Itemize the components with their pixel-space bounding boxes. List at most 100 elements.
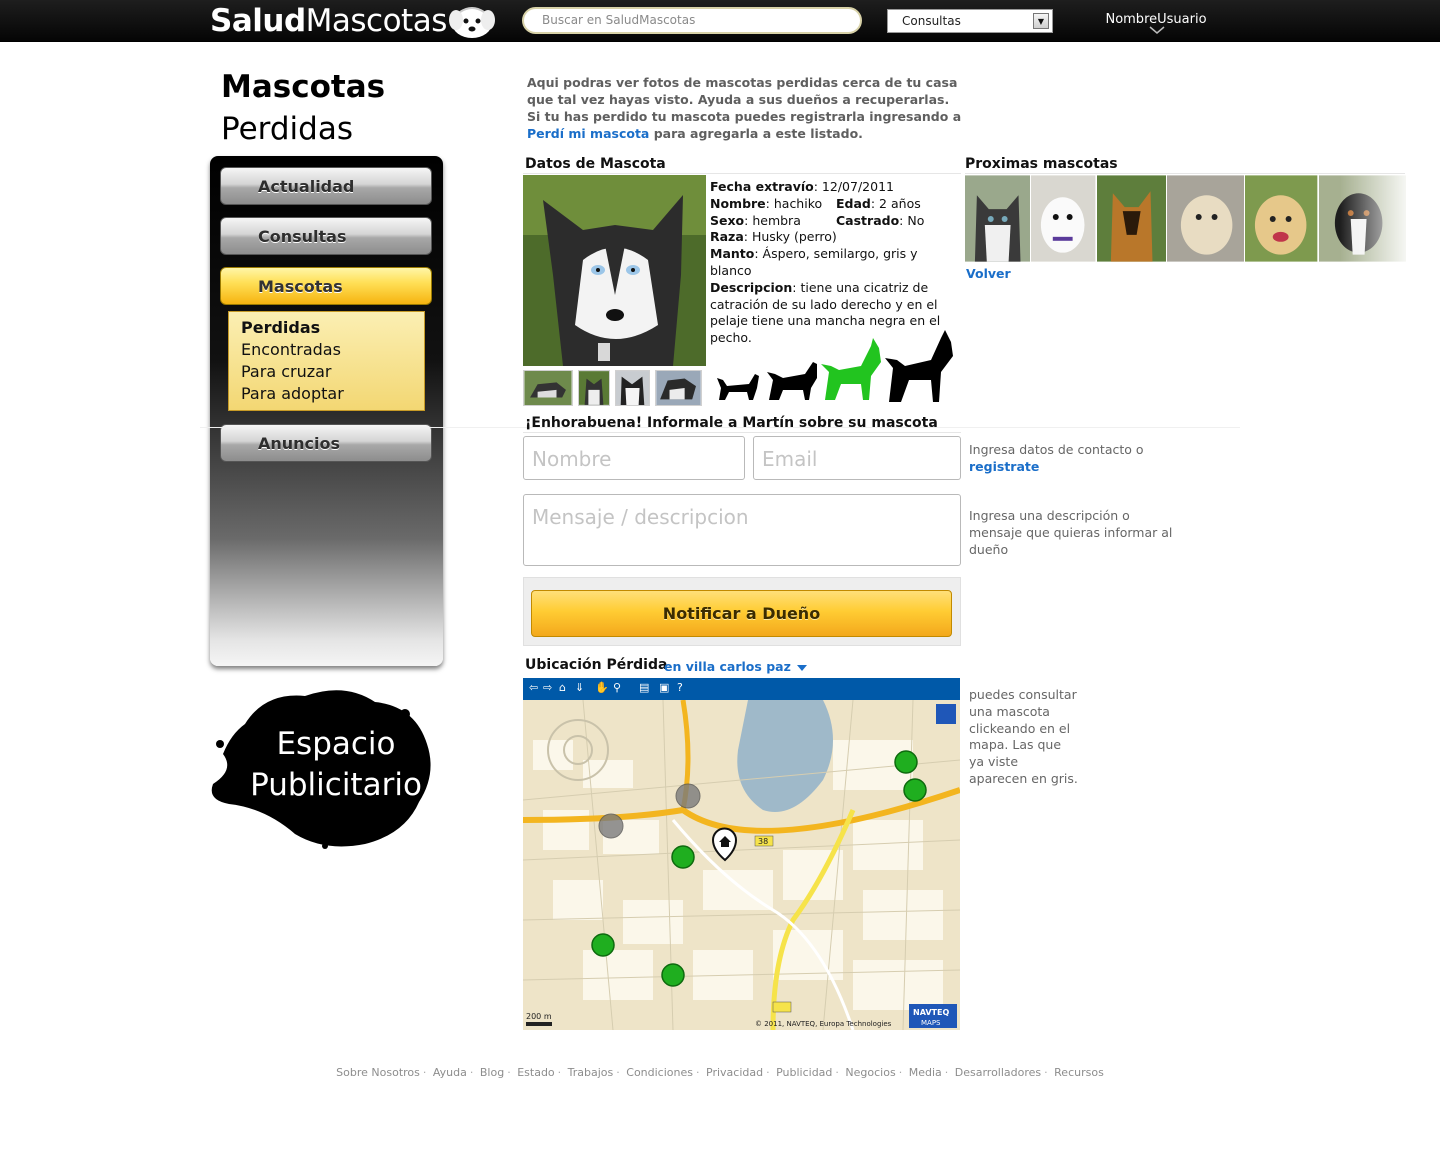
pet-thumbnail[interactable] — [615, 370, 650, 406]
footer: Sobre Nosotros · Ayuda · Blog · Estado · Tra… — [336, 1066, 1104, 1079]
map-scale: 200 m — [526, 1012, 552, 1021]
divider — [523, 173, 961, 174]
strip-fade — [1340, 175, 1410, 262]
location-dropdown[interactable]: en villa carlos paz — [664, 659, 808, 674]
section-select[interactable]: Consultas ▼ — [887, 9, 1053, 33]
triangle-down-icon — [797, 665, 808, 671]
intro-line3: para agregarla a este listado. — [649, 126, 863, 141]
register-link[interactable]: registrate — [969, 459, 1039, 474]
user-menu[interactable]: NombreUsuario — [1100, 12, 1212, 27]
pet-thumbnail[interactable] — [578, 370, 610, 406]
email-input[interactable]: Email — [753, 436, 961, 480]
submenu-item-para-adoptar[interactable]: Para adoptar — [241, 383, 424, 405]
footer-link[interactable]: Privacidad — [706, 1066, 763, 1079]
pet-main-photo[interactable] — [523, 175, 706, 366]
contact-hint-text: Ingresa datos de contacto o — [969, 442, 1144, 457]
sidebar-item-mascotas[interactable]: Mascotas — [220, 267, 432, 305]
footer-link[interactable]: Publicidad — [776, 1066, 832, 1079]
pet-thumbnail[interactable] — [655, 370, 702, 406]
pet-photo-thumbnails — [523, 370, 706, 406]
contact-hint: Ingresa datos de contacto o registrate — [969, 442, 1169, 476]
logo-bold-text: Salud — [210, 3, 306, 39]
ad-space[interactable]: Espacio Publicitario — [246, 724, 426, 806]
page-title-line2: Perdidas — [221, 111, 353, 147]
footer-link[interactable]: Media — [909, 1066, 942, 1079]
sidebar-submenu: Perdidas Encontradas Para cruzar Para ad… — [228, 311, 425, 411]
submenu-item-perdidas[interactable]: Perdidas — [241, 317, 424, 339]
next-pet-thumbnail[interactable] — [1096, 175, 1167, 262]
sexo-value: : hembra — [744, 212, 801, 228]
sidebar-item-anuncios[interactable]: Anuncios — [220, 424, 432, 462]
site-logo[interactable]: Salud Mascotas — [210, 2, 447, 40]
footer-link[interactable]: Negocios — [845, 1066, 895, 1079]
top-bar: Salud Mascotas Buscar en SaludMascotas Co… — [0, 0, 1440, 42]
visited-pet-marker — [675, 783, 701, 809]
lost-pet-map[interactable]: ⇦ ⇨ ⌂ ⇓ ✋ ⚲ ▤ ▣ ? 38 200 m © 2011, NAVTE… — [523, 678, 960, 1030]
dog-size-indicator — [717, 330, 953, 402]
footer-link[interactable]: Estado — [517, 1066, 554, 1079]
footer-link[interactable]: Desarrolladores — [955, 1066, 1041, 1079]
footer-link[interactable]: Recursos — [1054, 1066, 1104, 1079]
pan-hand-icon[interactable]: ✋ — [595, 681, 609, 694]
fecha-label: Fecha extravío — [710, 179, 814, 194]
search-input[interactable]: Buscar en SaludMascotas — [522, 7, 862, 34]
footer-link[interactable]: Condiciones — [626, 1066, 693, 1079]
edad-value: : 2 años — [870, 195, 921, 211]
next-pet-thumbnail[interactable] — [965, 175, 1031, 262]
back-link[interactable]: Volver — [966, 266, 1011, 281]
edad-label: Edad — [836, 195, 871, 211]
page-title: Mascotas Perdidas — [221, 66, 385, 150]
ad-line1: Espacio — [276, 726, 396, 762]
location-heading: Ubicación Pérdida — [525, 657, 668, 673]
chevron-down-icon[interactable]: ▼ — [1033, 13, 1049, 29]
nombre-input[interactable]: Nombre — [523, 436, 745, 480]
footer-link[interactable]: Trabajos — [568, 1066, 614, 1079]
pet-data-heading: Datos de Mascota — [525, 156, 666, 172]
location-place: en villa carlos paz — [664, 659, 791, 674]
forward-arrow-icon[interactable]: ⇨ — [543, 681, 552, 694]
navteq-logo-sub: MAPS — [921, 1019, 941, 1027]
section-select-value: Consultas — [902, 14, 961, 28]
help-icon[interactable]: ? — [677, 681, 683, 694]
sidebar-item-consultas[interactable]: Consultas — [220, 217, 432, 255]
submenu-item-encontradas[interactable]: Encontradas — [241, 339, 424, 361]
sexo-label: Sexo — [710, 212, 745, 228]
footer-link[interactable]: Sobre Nosotros — [336, 1066, 420, 1079]
manto-label: Manto — [710, 246, 755, 262]
submenu-item-para-cruzar[interactable]: Para cruzar — [241, 361, 424, 383]
next-pet-thumbnail[interactable] — [1167, 175, 1245, 262]
route-shield: 38 — [758, 837, 768, 846]
divider — [965, 173, 1405, 174]
back-arrow-icon[interactable]: ⇦ — [529, 681, 538, 694]
footer-link[interactable]: Ayuda — [433, 1066, 467, 1079]
castrado-value: : No — [899, 212, 925, 228]
next-pet-thumbnail[interactable] — [1245, 175, 1318, 262]
footer-link[interactable]: Blog — [480, 1066, 504, 1079]
fecha-value: : 12/07/2011 — [813, 179, 894, 194]
lost-pet-link[interactable]: Perdí mi mascota — [527, 126, 649, 141]
layers-icon[interactable]: ▤ — [639, 681, 649, 694]
raza-value: : Husky (perro) — [743, 229, 837, 245]
pet-thumbnail[interactable] — [523, 370, 573, 406]
sidebar: Actualidad Consultas Mascotas Perdidas E… — [210, 156, 443, 666]
page-title-line1: Mascotas — [221, 69, 386, 105]
dog-logo-icon — [449, 7, 495, 38]
notify-owner-button[interactable]: Notificar a Dueño — [531, 590, 952, 637]
ad-line2: Publicitario — [250, 767, 422, 803]
sidebar-item-actualidad[interactable]: Actualidad — [220, 167, 432, 205]
home-icon[interactable]: ⌂ — [559, 681, 566, 694]
caret-down-icon[interactable] — [1149, 26, 1165, 34]
print-icon[interactable]: ▣ — [659, 681, 669, 694]
zoom-icon[interactable]: ⚲ — [613, 681, 621, 694]
small-dog-icon — [717, 374, 759, 400]
visited-pet-marker — [598, 813, 624, 839]
pin-icon[interactable]: ⇓ — [575, 681, 584, 694]
large-dog-icon-selected — [821, 338, 881, 400]
navteq-logo-text: NAVTEQ — [913, 1008, 949, 1017]
intro-line2: Si tu has perdido tu mascota puedes regi… — [527, 109, 962, 124]
map-canvas: 38 200 m © 2011, NAVTEQ, Europa Technolo… — [523, 700, 960, 1030]
next-pet-thumbnail[interactable] — [1031, 175, 1096, 262]
message-hint: Ingresa una descripción o mensaje que qu… — [969, 508, 1173, 557]
contact-heading: ¡Enhorabuena! Informale a Martín sobre s… — [525, 415, 938, 431]
message-textarea[interactable]: Mensaje / descripcion — [523, 494, 961, 566]
